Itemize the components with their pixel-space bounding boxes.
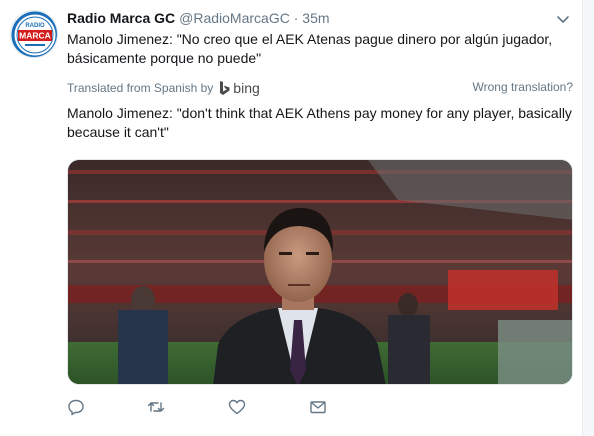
tweet-actions	[67, 398, 367, 418]
bing-text: bing	[233, 80, 260, 96]
photo-man-in-stadium	[68, 160, 572, 384]
envelope-icon[interactable]	[309, 398, 329, 418]
tweet-translated-text: Manolo Jimenez: "don't think that AEK At…	[67, 105, 572, 140]
tweet-photo[interactable]	[67, 159, 573, 385]
retweet-icon[interactable]	[147, 398, 167, 418]
chevron-down-icon[interactable]	[554, 12, 572, 28]
heart-icon[interactable]	[228, 398, 248, 418]
wrong-translation-link[interactable]: Wrong translation?	[473, 80, 574, 94]
tweet-card[interactable]: RADIO MARCA Radio Marca GC @RadioMarcaGC …	[0, 0, 594, 436]
translation-bar: Translated from Spanish by bing Wrong tr…	[67, 78, 573, 98]
avatar[interactable]: RADIO MARCA	[10, 10, 58, 58]
tweet-original-text: Manolo Jimenez: "No creo que el AEK Aten…	[67, 31, 553, 66]
tweet-header: Radio Marca GC @RadioMarcaGC · 35m	[67, 10, 330, 28]
reply-icon[interactable]	[67, 398, 87, 418]
bing-icon	[220, 80, 230, 95]
bing-logo: bing	[219, 80, 260, 96]
header-separator: ·	[293, 10, 299, 26]
tweet-timestamp[interactable]: 35m	[302, 10, 329, 26]
radio-marca-logo: RADIO MARCA	[11, 11, 57, 57]
translated-from-label: Translated from Spanish by	[67, 81, 214, 95]
avatar-brand-text: MARCA	[19, 31, 51, 41]
scrollbar[interactable]	[582, 0, 594, 436]
author-handle[interactable]: @RadioMarcaGC	[179, 10, 290, 26]
avatar-top-text: RADIO	[25, 23, 45, 29]
author-name[interactable]: Radio Marca GC	[67, 10, 175, 26]
